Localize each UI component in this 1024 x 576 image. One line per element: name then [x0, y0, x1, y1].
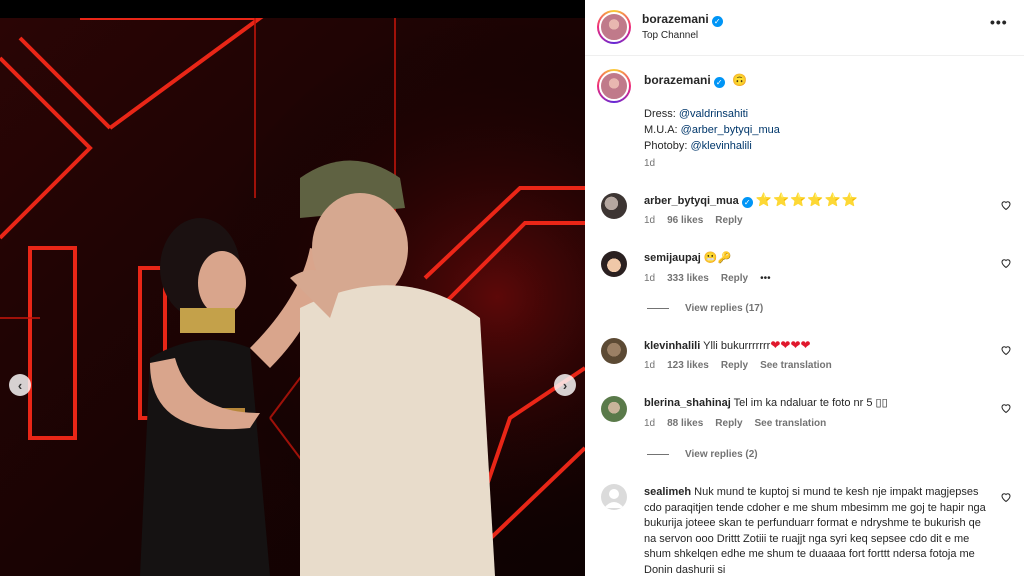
post-side-panel: borazemani ✓ Top Channel ••• borazemani ✓ …: [585, 0, 1024, 576]
comment-meta: 1d 123 likes Reply See translation: [644, 360, 832, 371]
chevron-right-icon: ›: [562, 377, 568, 393]
more-options-button[interactable]: •••: [990, 14, 1008, 30]
reply-button[interactable]: Reply: [715, 418, 742, 429]
header-subtitle[interactable]: Top Channel: [642, 30, 698, 41]
comment-time: 1d: [644, 273, 656, 284]
view-replies-label: View replies (2): [685, 449, 758, 460]
comment-avatar[interactable]: [601, 251, 627, 277]
comment-meta: 1d 333 likes Reply •••: [644, 273, 771, 284]
comment-text: 😬🔑: [703, 252, 732, 264]
header-divider: [585, 55, 1024, 56]
mention-link[interactable]: @valdrinsahiti: [679, 108, 748, 120]
post-photo: ‹ ›: [0, 0, 585, 576]
mention-link[interactable]: @klevinhalili: [690, 140, 751, 152]
header-avatar[interactable]: [597, 10, 631, 44]
reply-button[interactable]: Reply: [715, 215, 742, 226]
comment-item: klevinhalili Ylli bukurrrrrrr❤❤❤❤: [644, 338, 811, 353]
heart-outline-icon[interactable]: [1000, 257, 1012, 269]
comment-avatar[interactable]: [601, 193, 627, 219]
comment-time: 1d: [644, 215, 656, 226]
comment-item: arber_bytyqi_mua ✓ ⭐⭐⭐⭐⭐⭐: [644, 193, 859, 208]
see-translation-button[interactable]: See translation: [755, 418, 827, 429]
caption-time: 1d: [644, 158, 656, 169]
comment-avatar[interactable]: [601, 338, 627, 364]
comment-time: 1d: [644, 360, 656, 371]
comment-username[interactable]: sealimeh: [644, 486, 691, 498]
heart-outline-icon[interactable]: [1000, 199, 1012, 211]
chevron-left-icon: ‹: [17, 377, 23, 393]
comment-avatar[interactable]: [601, 484, 627, 510]
caption-username[interactable]: borazemani: [644, 73, 711, 87]
comment-item: blerina_shahinaj Tel im ka ndaluar te fo…: [644, 396, 888, 410]
reply-button[interactable]: Reply: [721, 273, 748, 284]
comment-meta: 1d 88 likes Reply See translation: [644, 418, 826, 429]
comment-text: Tel im ka ndaluar te foto nr 5 ▯▯: [733, 397, 888, 409]
comment-username[interactable]: semijaupaj: [644, 252, 701, 264]
more-horizontal-icon: •••: [990, 14, 1008, 30]
header-username[interactable]: borazemani: [642, 12, 709, 26]
replies-dash: [647, 308, 669, 309]
comment-text: Nuk mund te kuptoj si mund te kesh nje i…: [644, 486, 986, 576]
comment-time: 1d: [644, 418, 656, 429]
caption-avatar[interactable]: [597, 69, 631, 103]
comment-username[interactable]: blerina_shahinaj: [644, 397, 731, 409]
comment-more-icon[interactable]: •••: [760, 273, 771, 284]
comment-likes[interactable]: 96 likes: [667, 215, 703, 226]
comment-text: Ylli bukurrrrrrr: [703, 340, 771, 352]
comment-likes[interactable]: 88 likes: [667, 418, 703, 429]
view-replies-button[interactable]: View replies (17): [647, 303, 763, 314]
heart-outline-icon[interactable]: [1000, 402, 1012, 414]
mention-link[interactable]: @arber_bytyqi_mua: [681, 124, 780, 136]
comment-item: sealimeh Nuk mund te kuptoj si mund te k…: [644, 485, 989, 576]
comment-username[interactable]: arber_bytyqi_mua: [644, 195, 739, 207]
verified-badge-icon: ✓: [713, 77, 725, 88]
comment-likes[interactable]: 333 likes: [667, 273, 709, 284]
comment-hearts: ❤❤❤❤: [770, 338, 811, 352]
heart-outline-icon[interactable]: [1000, 344, 1012, 356]
next-photo-button[interactable]: ›: [554, 374, 576, 396]
verified-badge-icon: ✓: [711, 16, 723, 27]
comment-likes[interactable]: 123 likes: [667, 360, 709, 371]
view-replies-button[interactable]: View replies (2): [647, 449, 758, 460]
comment-avatar[interactable]: [601, 396, 627, 422]
heart-outline-icon[interactable]: [1000, 491, 1012, 503]
default-avatar-icon: [604, 489, 624, 508]
photo-image: [0, 18, 585, 576]
previous-photo-button[interactable]: ‹: [9, 374, 31, 396]
photo-top-bar: [0, 0, 585, 18]
caption-text: Dress: @valdrinsahiti M.U.A: @arber_byty…: [644, 108, 780, 152]
reply-button[interactable]: Reply: [721, 360, 748, 371]
see-translation-button[interactable]: See translation: [760, 360, 832, 371]
replies-dash: [647, 454, 669, 455]
caption-emoji: 🙃: [732, 73, 747, 87]
comment-text: ⭐⭐⭐⭐⭐⭐: [755, 192, 859, 207]
comment-username[interactable]: klevinhalili: [644, 340, 700, 352]
comment-meta: 1d 96 likes Reply: [644, 215, 743, 226]
view-replies-label: View replies (17): [685, 303, 764, 314]
comment-item: semijaupaj 😬🔑: [644, 251, 731, 265]
verified-badge-icon: ✓: [741, 197, 753, 208]
